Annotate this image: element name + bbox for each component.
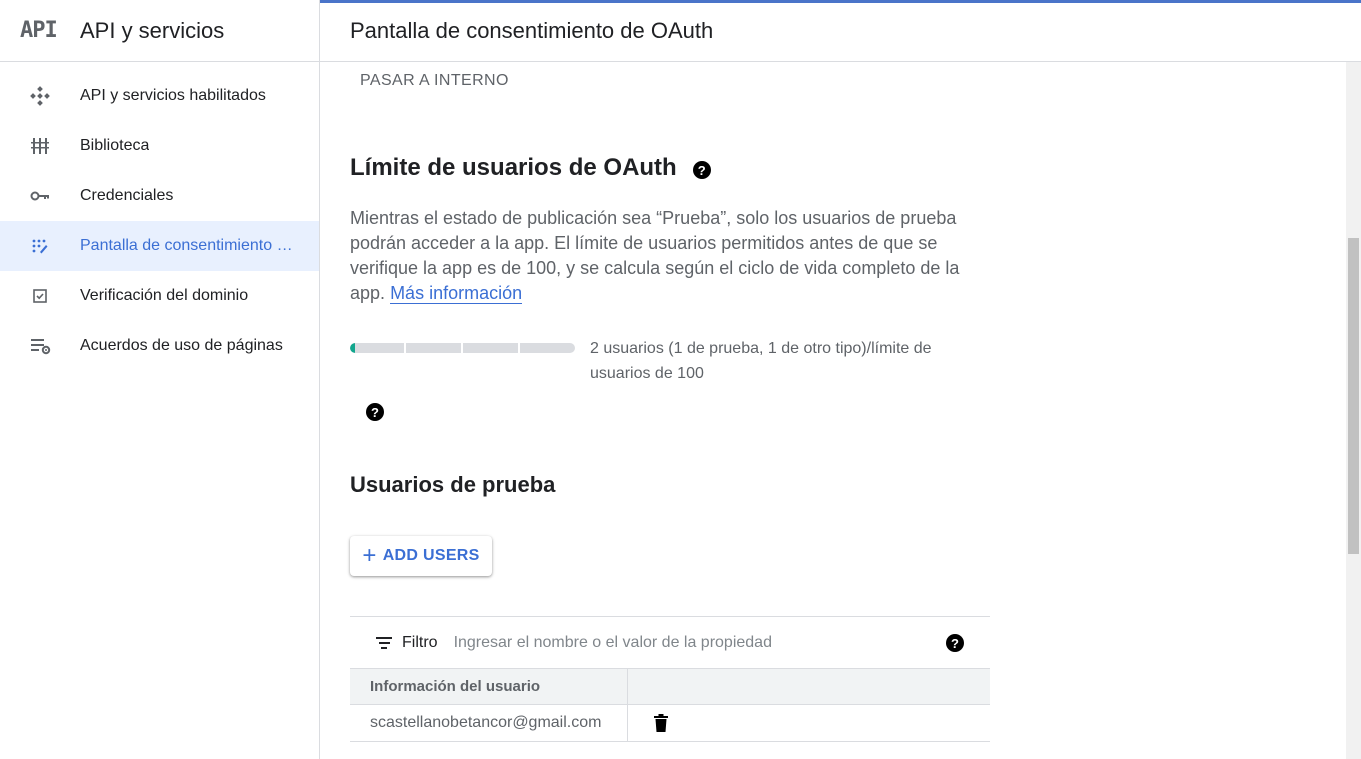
api-logo: API (20, 18, 58, 43)
delete-user-button[interactable] (628, 705, 668, 741)
filter-icon (376, 636, 392, 649)
sidebar-nav: API y servicios habilitados Biblioteca C… (0, 62, 319, 371)
filter-label: Filtro (402, 633, 438, 651)
vertical-scrollbar[interactable] (1346, 62, 1361, 759)
oauth-limit-heading: Límite de usuarios de OAuth ? (350, 154, 711, 182)
main-header: Pantalla de consentimiento de OAuth (320, 0, 1361, 62)
more-info-link[interactable]: Más información (390, 283, 523, 304)
oauth-limit-heading-text: Límite de usuarios de OAuth (350, 154, 677, 181)
filter-bar: Filtro ? (350, 617, 990, 669)
sidebar-title: API y servicios (80, 17, 225, 43)
sidebar-item-label: Biblioteca (80, 137, 150, 154)
library-icon (0, 136, 80, 156)
checkbox-icon (0, 286, 80, 306)
sidebar-item-enabled-apis[interactable]: API y servicios habilitados (0, 71, 319, 121)
key-icon (0, 186, 80, 206)
limit-description: Mientras el estado de publicación sea “P… (350, 206, 990, 306)
sidebar-item-oauth-consent[interactable]: Pantalla de consentimiento de OAuth (0, 221, 319, 271)
test-users-table: Filtro ? Información del usuario scastel… (350, 616, 990, 742)
table-row: scastellanobetancor@gmail.com (350, 705, 990, 742)
sidebar-item-label: Pantalla de consentimiento de OAuth (80, 237, 295, 254)
column-header-user-info[interactable]: Información del usuario (350, 669, 628, 704)
plus-icon: + (362, 542, 377, 569)
user-limit-progress-bar (350, 343, 575, 353)
page-title: Pantalla de consentimiento de OAuth (350, 17, 714, 43)
sidebar-item-label: API y servicios habilitados (80, 87, 266, 104)
sidebar-item-page-usage-agreements[interactable]: Acuerdos de uso de páginas (0, 321, 319, 371)
help-icon[interactable]: ? (366, 403, 384, 421)
help-icon[interactable]: ? (692, 161, 711, 179)
sidebar-item-label: Verificación del dominio (80, 287, 249, 304)
make-internal-button[interactable]: PASAR A INTERNO (360, 72, 509, 90)
progress-segment-divider (461, 343, 463, 353)
scrollbar-thumb[interactable] (1348, 238, 1359, 554)
sidebar-item-credentials[interactable]: Credenciales (0, 171, 319, 221)
filter-input[interactable] (453, 633, 894, 652)
table-header: Información del usuario (350, 669, 990, 705)
test-users-heading: Usuarios de prueba (350, 472, 556, 497)
add-users-button[interactable]: + ADD USERS (350, 536, 492, 576)
help-icon[interactable]: ? (946, 634, 964, 652)
api-diamond-icon (0, 86, 80, 106)
progress-fill (350, 343, 355, 353)
trash-icon (654, 714, 668, 732)
sidebar-item-library[interactable]: Biblioteca (0, 121, 319, 171)
main-panel: Pantalla de consentimiento de OAuth PASA… (320, 0, 1361, 759)
usage-text: 2 usuarios (1 de prueba, 1 de otro tipo)… (590, 340, 932, 382)
progress-segment-divider (518, 343, 520, 353)
add-users-label: ADD USERS (382, 547, 480, 564)
progress-segment-divider (404, 343, 406, 353)
sidebar-header: API API y servicios (0, 0, 319, 62)
sidebar-item-label: Acuerdos de uso de páginas (80, 337, 283, 354)
sidebar-item-label: Credenciales (80, 187, 174, 204)
sidebar-item-domain-verification[interactable]: Verificación del dominio (0, 271, 319, 321)
sidebar: API API y servicios API y servicios habi… (0, 0, 320, 759)
list-settings-icon (0, 336, 80, 356)
user-email-cell: scastellanobetancor@gmail.com (350, 705, 628, 741)
consent-dots-icon (0, 236, 80, 256)
